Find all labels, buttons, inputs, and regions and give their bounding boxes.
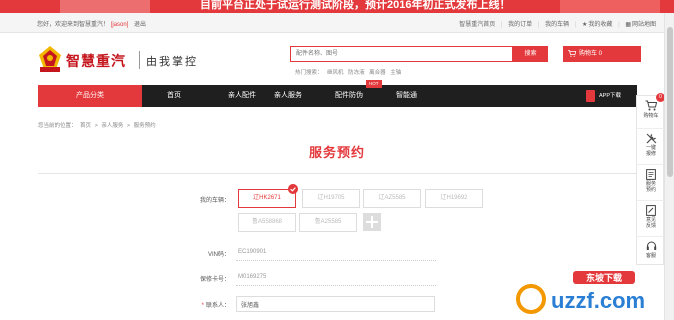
warranty-value: M0169275: [238, 274, 267, 280]
title-divider: [38, 173, 637, 174]
banner-decoration: [560, 0, 660, 13]
vehicle-tag[interactable]: 辽H19692: [425, 189, 483, 208]
cart-icon: [645, 100, 657, 111]
page-title: 服务预约: [308, 145, 365, 160]
sitemap-link[interactable]: 网站地图: [632, 22, 656, 28]
vin-value: EC190901: [238, 249, 267, 255]
top-links: 智慧重汽首页 | 我的订单 | 我的车辆 | ★我的收藏 | ▦网站地图: [455, 19, 656, 28]
contact-field-wrapper: [236, 296, 435, 312]
hot-badge: HOT: [366, 80, 382, 88]
required-marker: *: [201, 303, 204, 309]
search-input[interactable]: [291, 47, 512, 61]
divider: |: [618, 22, 620, 28]
star-icon: ★: [582, 22, 588, 28]
breadcrumb-service[interactable]: 亲人服务: [101, 123, 123, 129]
top-utility-bar: 您好，欢迎来到智慧重汽！ [jason] 退出 智慧重汽首页 | 我的订单 | …: [0, 13, 664, 33]
favorites-link[interactable]: 我的收藏: [588, 22, 612, 28]
sidebar-cart[interactable]: 0 购物车: [637, 93, 665, 129]
my-orders-link[interactable]: 我的订单: [508, 22, 532, 28]
vehicle-tag[interactable]: 鲁A25585: [299, 213, 357, 232]
page-scrollbar[interactable]: [664, 13, 674, 320]
logout-link[interactable]: 退出: [134, 22, 146, 28]
edit-icon: [646, 205, 656, 216]
sidebar-feedback[interactable]: 意见反馈: [637, 201, 665, 237]
welcome-area: 您好，欢迎来到智慧重汽！ [jason] 退出: [37, 19, 146, 28]
divider: |: [574, 22, 577, 28]
contact-label: * 联系人：: [160, 300, 230, 309]
username-link[interactable]: [jason]: [111, 22, 129, 28]
watermark-domain: uzzf.com: [551, 288, 645, 313]
warranty-underline: [236, 285, 436, 286]
sidebar-support-label: 客服: [645, 253, 656, 259]
vehicle-tag-selected[interactable]: 辽HK2671: [238, 189, 296, 208]
nav-item-anti-counterfeit[interactable]: 配件防伪: [335, 85, 363, 107]
watermark-logo: 东坡下载 uzzf.com: [516, 271, 645, 314]
breadcrumb-separator: >: [94, 123, 98, 129]
breadcrumb-home[interactable]: 首页: [80, 123, 91, 129]
floating-toolbar: 0 购物车 一键报修 服务预约 意见反馈 客服: [636, 93, 665, 265]
phone-icon: [585, 90, 595, 102]
watermark-brand: 东坡下载: [586, 272, 622, 283]
hot-search-words: 热门搜索： 继风机 防冻液 离合器 主轴: [295, 68, 404, 76]
headset-icon: [646, 241, 656, 250]
scroll-thumb[interactable]: [667, 27, 673, 177]
cart-label: 购物车 0: [579, 51, 603, 57]
warranty-label: 保修卡号：: [199, 277, 230, 283]
hot-word-link[interactable]: 离合器: [369, 70, 386, 76]
vehicle-tag[interactable]: 辽AZ5585: [363, 189, 421, 208]
sidebar-feedback-label: 意见反馈: [645, 217, 656, 229]
vin-underline: [236, 260, 436, 261]
nav-item-parts[interactable]: 亲人配件: [228, 85, 256, 107]
contact-name-input[interactable]: [237, 297, 434, 311]
cart-icon: [568, 50, 576, 57]
document-icon: [646, 169, 656, 180]
wrench-icon: [646, 133, 656, 144]
nav-item-home[interactable]: 首页: [167, 85, 181, 107]
breadcrumb-current: 服务预约: [133, 123, 156, 129]
sidebar-support[interactable]: 客服: [637, 237, 665, 265]
sitemap-icon: ▦: [625, 22, 631, 28]
banner-decoration: [60, 0, 150, 13]
selected-check-icon: [288, 184, 298, 194]
nav-item-service[interactable]: 亲人服务: [274, 85, 302, 107]
search-box: [290, 46, 513, 62]
announcement-banner: 目前平台正处于试运行测试阶段，预计2016年初正式发布上线！: [0, 0, 674, 13]
app-download-label: APP下载: [598, 93, 621, 99]
sidebar-repair-label: 一键报修: [645, 145, 656, 157]
breadcrumb-prefix: 您当前的位置：: [38, 123, 77, 129]
search-button[interactable]: 搜索: [513, 46, 548, 62]
sidebar-repair[interactable]: 一键报修: [637, 129, 665, 165]
vehicle-tag[interactable]: 辽H19705: [302, 189, 360, 208]
sidebar-booking[interactable]: 服务预约: [637, 165, 665, 201]
vehicle-label: 我的车辆：: [199, 198, 230, 204]
divider: |: [537, 22, 540, 28]
announcement-text: 目前平台正处于试运行测试阶段，预计2016年初正式发布上线！: [200, 0, 511, 11]
app-download-link[interactable]: APP下载: [585, 89, 621, 103]
logo-slogan: 由我掌控: [146, 55, 198, 68]
hot-word-link[interactable]: 防冻液: [348, 70, 365, 76]
main-nav: 产品分类 首页 亲人配件 亲人服务 配件防伪 智能通 APP下载: [38, 85, 637, 107]
breadcrumb-separator: >: [126, 123, 131, 129]
vin-label: VIN码：: [207, 252, 230, 258]
cnhtc-logo-icon: [39, 46, 61, 72]
hot-search-label: 热门搜索：: [295, 70, 323, 76]
product-category-button[interactable]: 产品分类: [38, 85, 142, 107]
vehicle-tag[interactable]: 鲁A558868: [238, 213, 296, 232]
sidebar-booking-label: 服务预约: [645, 181, 656, 193]
my-vehicles-link[interactable]: 我的车辆: [545, 22, 569, 28]
logo-text: 智慧重汽: [66, 53, 126, 69]
welcome-text: 您好，欢迎来到智慧重汽！: [37, 22, 110, 28]
contact-label-text: 联系人：: [205, 303, 230, 309]
divider: |: [500, 22, 503, 28]
nav-item-smart[interactable]: 智能通: [396, 85, 417, 107]
home-link[interactable]: 智慧重汽首页: [459, 22, 495, 28]
sidebar-cart-label: 购物车: [643, 113, 659, 119]
cart-button[interactable]: 购物车 0: [563, 46, 641, 62]
add-vehicle-icon[interactable]: [363, 213, 381, 231]
hot-word-link[interactable]: 主轴: [390, 70, 401, 76]
logo-divider: [139, 51, 140, 69]
hot-word-link[interactable]: 继风机: [327, 70, 344, 76]
breadcrumb: 您当前的位置： 首页 > 亲人服务 > 服务预约: [38, 121, 158, 129]
